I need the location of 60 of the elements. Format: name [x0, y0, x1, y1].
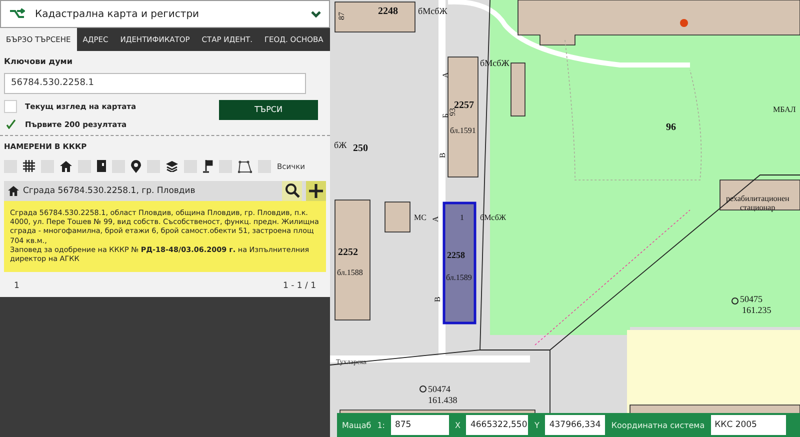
- map-label: Б: [441, 113, 450, 118]
- map-label: 161.235: [742, 305, 772, 315]
- add-button[interactable]: [306, 180, 326, 200]
- y-coordinate-field[interactable]: 437966,334: [545, 415, 606, 435]
- layers-icon: [166, 160, 178, 172]
- checkbox[interactable]: [4, 118, 17, 130]
- building-icon: [97, 160, 106, 172]
- y-label: Y: [534, 420, 540, 430]
- crs-field[interactable]: ККС 2005: [710, 415, 786, 435]
- x-label: X: [454, 420, 460, 430]
- pin-icon: [131, 160, 141, 172]
- flag-icon: [203, 160, 213, 172]
- x-coordinate-field[interactable]: 4665322,550: [466, 415, 528, 435]
- map-label: 50475: [740, 294, 762, 304]
- map-label: 2257: [454, 100, 474, 111]
- map-label: 93: [448, 108, 457, 116]
- survey-point-icon: [420, 386, 426, 392]
- map-label: 2248: [378, 6, 398, 17]
- map-label: В: [438, 152, 447, 158]
- result-range: 1 - 1 / 1: [283, 280, 316, 291]
- map-label: 50474: [428, 384, 450, 394]
- selected-building[interactable]: [442, 202, 476, 324]
- search-button[interactable]: [282, 180, 302, 200]
- polygon-icon: [238, 160, 252, 172]
- search-button[interactable]: ТЪРСИ: [219, 100, 318, 120]
- scale-prefix: 1:: [377, 420, 385, 430]
- map-label: 161.438: [428, 395, 458, 405]
- map-label: 1: [460, 213, 464, 222]
- house-icon: [8, 186, 19, 196]
- map-label: 2258: [447, 250, 465, 260]
- map-label: бл.1591: [450, 126, 476, 135]
- chevron-down-icon[interactable]: [311, 10, 321, 18]
- scale-field[interactable]: 875: [390, 415, 449, 435]
- map-label: бМсбЖ: [418, 6, 448, 16]
- map-label: бЖ: [334, 140, 347, 150]
- building: [384, 202, 410, 232]
- map-label: 96: [666, 122, 676, 133]
- keywords-field[interactable]: 56784.530.2258.1: [4, 72, 306, 94]
- survey-point-icon: [732, 298, 738, 304]
- page-number[interactable]: 1: [14, 280, 20, 291]
- map-label: бл.1588: [337, 268, 363, 277]
- grid-icon: [23, 160, 35, 172]
- building: [510, 62, 526, 116]
- house-icon: [60, 160, 72, 172]
- crs-label: Координатна система: [611, 420, 705, 430]
- map-label: А: [441, 72, 450, 78]
- map-label: МБАЛ: [773, 105, 796, 114]
- checkbox[interactable]: [4, 100, 17, 112]
- map-label: В: [433, 296, 442, 302]
- map-label: МС: [414, 213, 426, 222]
- map-label: 87: [337, 12, 346, 20]
- keywords-label: Ключови думи: [4, 57, 74, 66]
- route-icon: [9, 8, 25, 20]
- map-label: бл.1589: [446, 273, 472, 282]
- map-label: 250: [353, 143, 368, 154]
- map-label: 2252: [338, 247, 358, 258]
- map-label: А: [431, 216, 440, 222]
- scale-label: Мащаб: [342, 420, 372, 430]
- app-title: Кадастрална карта и регистри: [35, 8, 200, 20]
- hospital-icon: [680, 19, 688, 27]
